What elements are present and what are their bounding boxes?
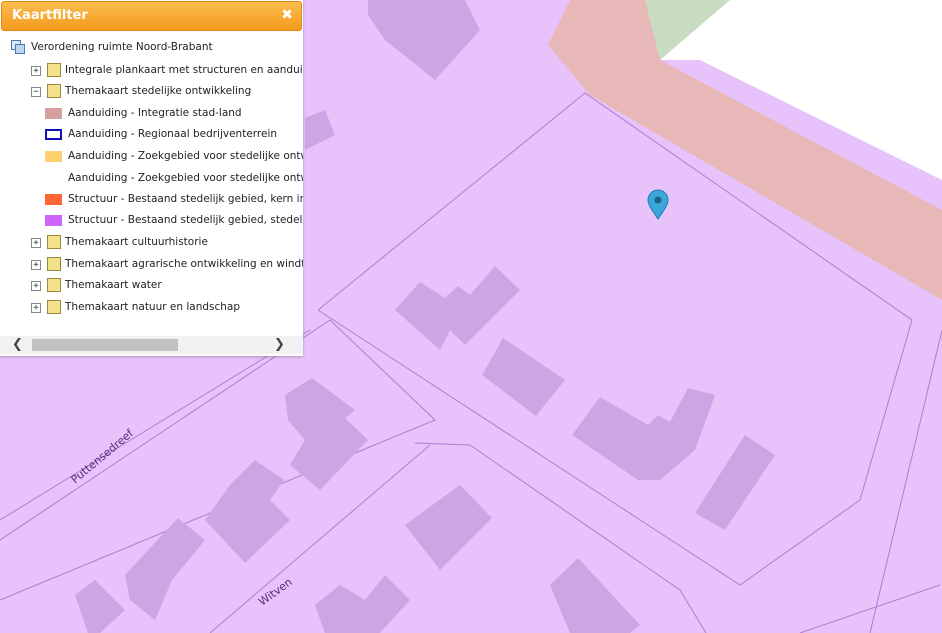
legend-swatch: [45, 151, 62, 162]
legend-swatch: [45, 215, 62, 226]
layer-icon: [47, 235, 61, 249]
expand-icon[interactable]: +: [31, 238, 41, 248]
legend-label: Aanduiding - Regionaal bedrijventerrein: [68, 128, 278, 140]
tree-node-label: Themakaart cultuurhistorie: [65, 236, 208, 248]
scroll-right-icon[interactable]: ❯: [274, 337, 285, 352]
expand-icon[interactable]: +: [31, 303, 41, 313]
legend-swatch: [45, 108, 62, 119]
layer-icon: [47, 84, 61, 98]
legend-swatch: [45, 194, 62, 205]
expand-icon[interactable]: +: [31, 66, 41, 76]
layers-icon: [11, 40, 25, 54]
expand-icon[interactable]: +: [31, 260, 41, 270]
panel-title: Kaartfilter: [12, 8, 88, 23]
layer-tree: Verordening ruimte Noord-Brabant + Integ…: [0, 34, 303, 334]
close-icon[interactable]: ✖: [281, 7, 293, 23]
layer-icon: [47, 257, 61, 271]
tree-node-label: Integrale plankaart met structuren en aa…: [65, 64, 303, 76]
layer-icon: [47, 63, 61, 77]
tree-root-label: Verordening ruimte Noord-Brabant: [31, 41, 213, 53]
tree-node-label: Themakaart natuur en landschap: [65, 301, 241, 313]
tree-node-label: Themakaart agrarische ontwikkeling en wi…: [65, 258, 303, 270]
legend-label: Structuur - Bestaand stedelijk gebied, s…: [68, 214, 303, 226]
kaartfilter-panel: Kaartfilter ✖ Verordening ruimte Noord-B…: [0, 0, 303, 356]
legend-label: Aanduiding - Zoekgebied voor stedelijke …: [68, 172, 303, 184]
layer-icon: [47, 300, 61, 314]
tree-node-label: Themakaart stedelijke ontwikkeling: [65, 85, 252, 97]
legend-label: Aanduiding - Integratie stad-land: [68, 107, 242, 119]
tree-node-label: Themakaart water: [65, 279, 162, 291]
expand-icon[interactable]: +: [31, 281, 41, 291]
horizontal-scrollbar[interactable]: ❮ ❯: [0, 336, 303, 354]
layer-icon: [47, 278, 61, 292]
scroll-left-icon[interactable]: ❮: [12, 337, 23, 352]
panel-header: Kaartfilter ✖: [1, 1, 302, 31]
legend-label: Aanduiding - Zoekgebied voor stedelijke …: [68, 150, 303, 162]
legend-swatch: [45, 129, 62, 140]
scroll-thumb[interactable]: [32, 339, 178, 351]
legend-label: Structuur - Bestaand stedelijk gebied, k…: [68, 193, 303, 205]
collapse-icon[interactable]: −: [31, 87, 41, 97]
